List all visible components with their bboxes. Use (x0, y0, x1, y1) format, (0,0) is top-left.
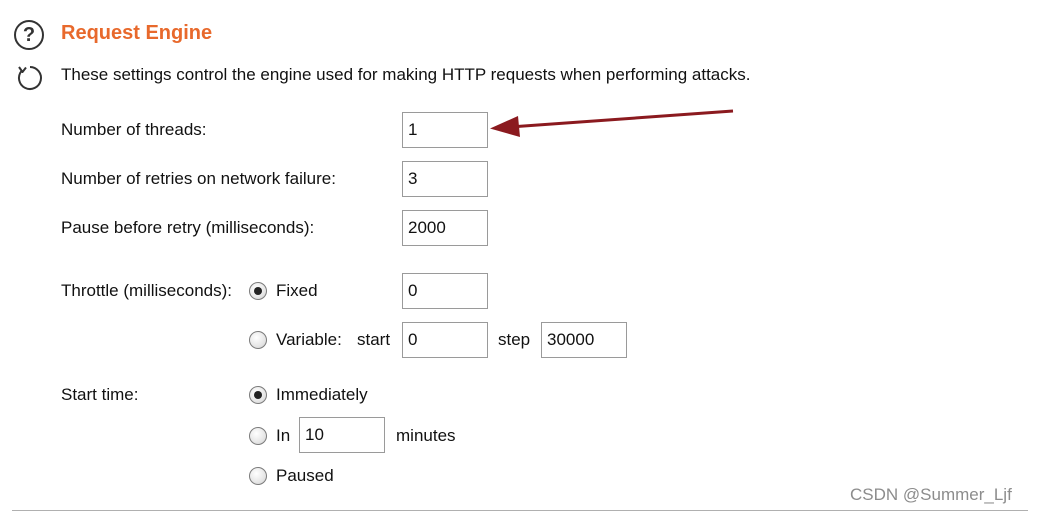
section-title: Request Engine (61, 22, 213, 44)
start-paused-radio[interactable] (249, 467, 267, 485)
watermark: CSDN @Summer_Ljf (850, 485, 1012, 504)
start-in-minutes-input[interactable] (299, 417, 385, 453)
start-in-radio[interactable] (249, 427, 267, 445)
throttle-start-label: start (357, 330, 391, 349)
start-time-label: Start time: (61, 385, 139, 404)
annotation-arrow (490, 109, 734, 137)
threads-label: Number of threads: (61, 120, 207, 139)
pause-label: Pause before retry (milliseconds): (61, 218, 315, 237)
start-paused-label[interactable]: Paused (276, 466, 334, 486)
minutes-label: minutes (396, 426, 456, 445)
retries-input[interactable] (402, 161, 488, 197)
retries-label: Number of retries on network failure: (61, 169, 336, 188)
throttle-variable-radio[interactable] (249, 331, 267, 349)
refresh-icon[interactable] (14, 62, 46, 94)
start-immediately-radio[interactable] (249, 386, 267, 404)
throttle-fixed-radio[interactable] (249, 282, 267, 300)
throttle-label: Throttle (milliseconds): (61, 281, 232, 300)
throttle-start-input[interactable] (402, 322, 488, 358)
pause-input[interactable] (402, 210, 488, 246)
section-description: These settings control the engine used f… (61, 65, 751, 84)
throttle-fixed-input[interactable] (402, 273, 488, 309)
throttle-step-label: step (498, 330, 531, 349)
throttle-fixed-label[interactable]: Fixed (276, 281, 318, 301)
start-immediately-label[interactable]: Immediately (276, 385, 368, 405)
threads-input[interactable] (402, 112, 488, 148)
throttle-step-input[interactable] (541, 322, 627, 358)
start-in-label[interactable]: In (276, 426, 290, 446)
help-icon[interactable]: ? (14, 20, 44, 50)
throttle-variable-label[interactable]: Variable: (276, 330, 342, 350)
divider (12, 510, 1028, 511)
